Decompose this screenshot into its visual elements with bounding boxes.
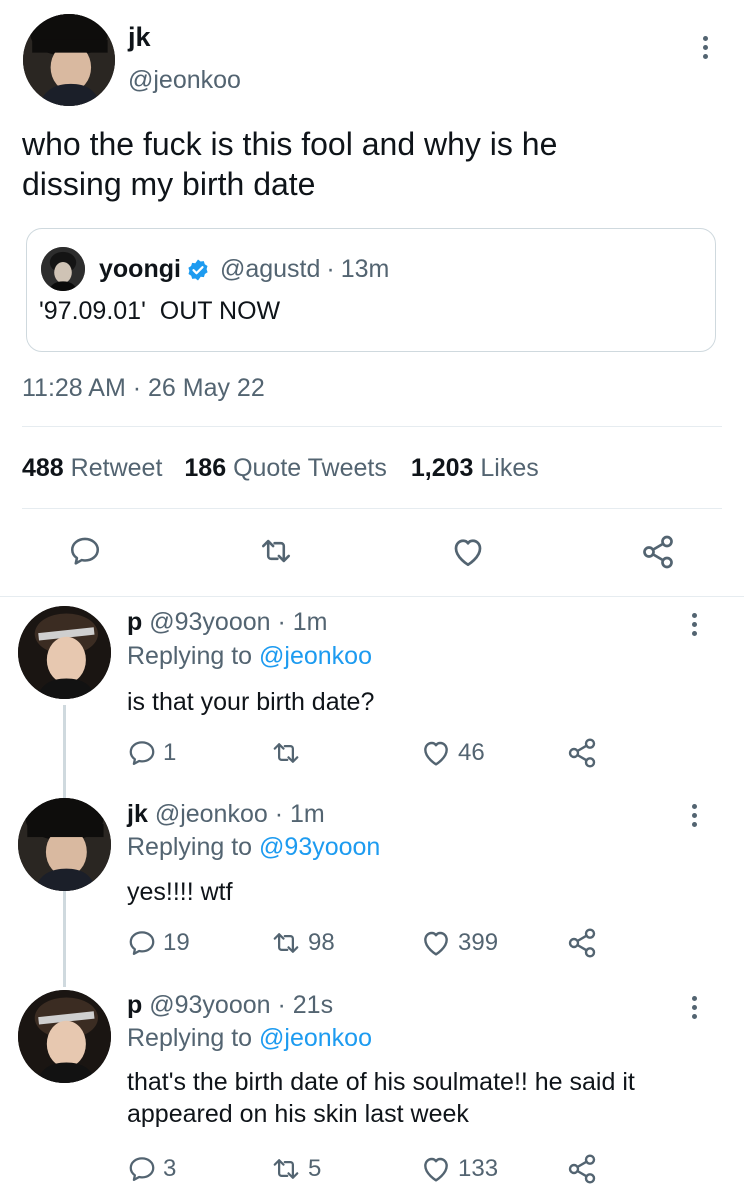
replying-to-handle[interactable]: @jeonkoo <box>259 642 372 670</box>
verified-badge-icon <box>186 258 210 282</box>
reply-text-line: yes!!!! wtf <box>127 878 233 906</box>
avatar[interactable] <box>18 606 111 699</box>
replying-label: Replying to <box>127 642 253 670</box>
reply-text-line: is that your birth date? <box>127 688 375 716</box>
reply-header: jk @jeonkoo · 1m <box>127 800 325 829</box>
reply-time: · 1m <box>274 800 325 828</box>
reply-time: · 1m <box>277 608 328 636</box>
reply-time: · 21s <box>277 991 334 1019</box>
likes-label: Likes <box>480 454 539 482</box>
more-options-icon[interactable] <box>689 804 699 827</box>
tweet-text-line: dissing my birth date <box>22 166 316 202</box>
replying-to-handle[interactable]: @jeonkoo <box>259 1024 372 1052</box>
reply-count: 19 <box>163 929 190 956</box>
quoted-header: yoongi @agustd · 13m <box>99 255 389 284</box>
quoted-tweet-card[interactable]: yoongi @agustd · 13m '97.09.01' OUT NOW <box>26 228 716 352</box>
tweet-text: who the fuck is this fool and why is he … <box>22 124 557 204</box>
avatar[interactable] <box>23 14 115 106</box>
replying-to-handle[interactable]: @93yooon <box>259 833 380 861</box>
share-button[interactable] <box>566 1153 598 1185</box>
retweet-icon[interactable] <box>258 534 294 568</box>
share-button[interactable] <box>566 737 598 769</box>
like-button[interactable]: 46 <box>420 737 485 769</box>
quotes-stat[interactable]: 186 Quote Tweets <box>184 454 386 483</box>
quoted-text: '97.09.01' OUT NOW <box>39 297 281 325</box>
more-options-icon[interactable] <box>700 36 710 59</box>
reply-count: 3 <box>163 1155 177 1182</box>
replying-to: Replying to @jeonkoo <box>127 642 372 671</box>
tweet-timestamp[interactable]: 11:28 AM · 26 May 22 <box>22 374 265 403</box>
quoted-separator: · <box>326 255 335 283</box>
retweet-button[interactable]: 5 <box>270 1154 321 1184</box>
reply-count: 1 <box>163 739 177 766</box>
reply-text-line: appeared on his skin last week <box>127 1100 469 1128</box>
retweets-label: Retweet <box>70 454 163 482</box>
reply-button[interactable]: 1 <box>127 738 176 768</box>
divider <box>22 426 722 427</box>
reply-text-line: that's the birth date of his soulmate!! … <box>127 1068 635 1096</box>
tweet-stats: 488 Retweet 186 Quote Tweets 1,203 Likes <box>22 454 539 483</box>
retweet-count: 5 <box>308 1155 322 1182</box>
reply-display-name[interactable]: jk <box>127 800 148 828</box>
avatar[interactable] <box>18 798 111 891</box>
replying-label: Replying to <box>127 1024 253 1052</box>
reply-display-name[interactable]: p <box>127 991 142 1019</box>
quotes-label: Quote Tweets <box>233 454 387 482</box>
share-icon[interactable] <box>640 534 676 570</box>
like-button[interactable]: 399 <box>420 927 498 959</box>
retweet-button[interactable]: 98 <box>270 928 335 958</box>
retweets-stat[interactable]: 488 Retweet <box>22 454 162 483</box>
reply-display-name[interactable]: p <box>127 608 142 636</box>
quoted-time: 13m <box>340 255 390 283</box>
replying-to: Replying to @jeonkoo <box>127 1024 372 1053</box>
divider <box>22 508 722 509</box>
retweets-count: 488 <box>22 454 64 482</box>
reply-button[interactable]: 19 <box>127 928 190 958</box>
like-count: 133 <box>458 1155 499 1182</box>
quotes-count: 186 <box>184 454 227 482</box>
replying-label: Replying to <box>127 833 253 861</box>
tweet-text-line: who the fuck is this fool and why is he <box>22 126 558 162</box>
retweet-count: 98 <box>308 929 335 956</box>
more-options-icon[interactable] <box>689 613 699 636</box>
reply-header: p @93yooon · 21s <box>127 991 333 1020</box>
divider <box>0 596 744 597</box>
reply-text: is that your birth date? <box>127 686 374 718</box>
reply-handle[interactable]: @jeonkoo <box>155 800 268 828</box>
reply-text: that's the birth date of his soulmate!! … <box>127 1066 635 1130</box>
like-icon[interactable] <box>450 534 486 570</box>
more-options-icon[interactable] <box>689 996 699 1019</box>
reply-text: yes!!!! wtf <box>127 876 233 908</box>
reply-icon[interactable] <box>68 534 102 568</box>
author-display-name[interactable]: jk <box>128 22 151 53</box>
reply-button[interactable]: 3 <box>127 1154 176 1184</box>
like-count: 399 <box>458 929 499 956</box>
quoted-handle: @agustd <box>219 255 321 283</box>
likes-count: 1,203 <box>410 454 474 482</box>
retweet-button[interactable] <box>270 738 308 768</box>
reply-header: p @93yooon · 1m <box>127 608 328 637</box>
share-button[interactable] <box>566 927 598 959</box>
author-handle[interactable]: @jeonkoo <box>128 66 241 95</box>
like-count: 46 <box>458 739 485 766</box>
avatar[interactable] <box>18 990 111 1083</box>
quoted-display-name: yoongi <box>99 255 181 283</box>
replying-to: Replying to @93yooon <box>127 833 380 862</box>
reply-handle[interactable]: @93yooon <box>149 991 270 1019</box>
reply-handle[interactable]: @93yooon <box>149 608 270 636</box>
like-button[interactable]: 133 <box>420 1153 498 1185</box>
quoted-avatar[interactable] <box>41 247 85 291</box>
likes-stat[interactable]: 1,203 Likes <box>411 454 539 483</box>
